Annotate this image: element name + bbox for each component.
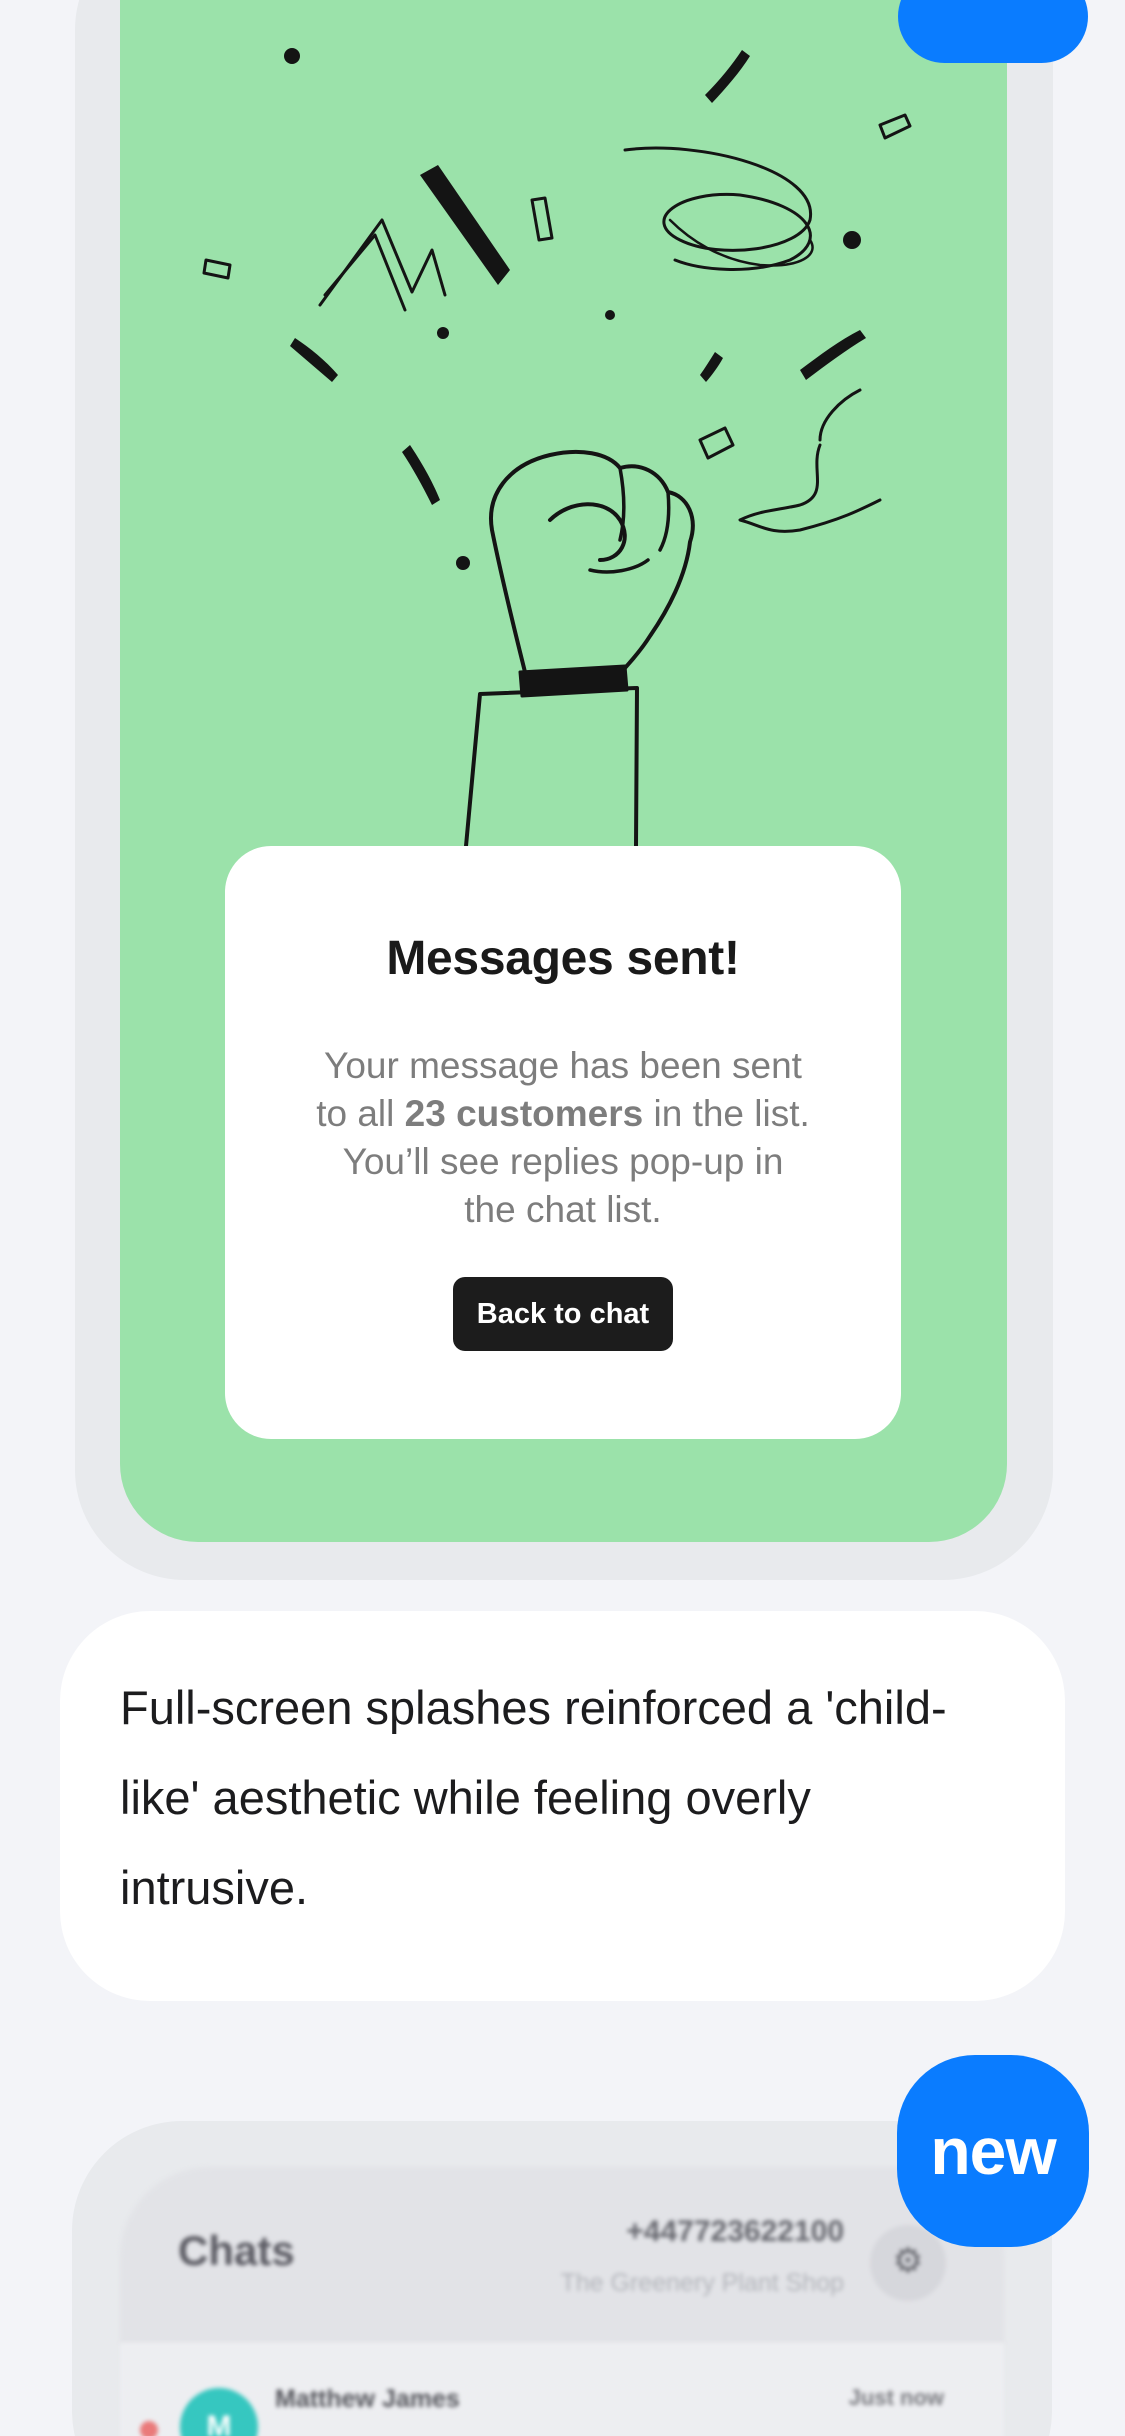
back-to-chat-button[interactable]: Back to chat (453, 1277, 673, 1351)
settings-button[interactable]: ⚙ (870, 2225, 946, 2301)
modal-message: Your message has been sent to all 23 cus… (295, 1042, 831, 1234)
success-modal: Messages sent! Your message has been sen… (225, 846, 901, 1439)
chat-contact-name[interactable]: Matthew James (275, 2385, 460, 2414)
modal-title: Messages sent! (386, 932, 740, 985)
modal-message-line: Your message has been sent (324, 1045, 802, 1086)
customer-count: 23 customers (404, 1093, 644, 1134)
phone-number: +447723622100 (626, 2215, 844, 2248)
avatar[interactable]: M (180, 2388, 258, 2436)
chats-title: Chats (178, 2227, 295, 2274)
top-badge (898, 0, 1088, 63)
chat-timestamp: Just now (848, 2385, 944, 2410)
modal-message-line: to all 23 customers in the list. (316, 1093, 810, 1134)
unread-indicator (140, 2421, 158, 2436)
chat-header: Chats +447723622100 The Greenery Plant S… (120, 2167, 1004, 2343)
caption-card: Full-screen splashes reinforced a 'child… (60, 1611, 1065, 2001)
caption-text: Full-screen splashes reinforced a 'child… (120, 1681, 947, 1914)
gear-icon: ⚙ (892, 2242, 924, 2280)
chat-list: M Matthew James Just now (120, 2343, 1004, 2436)
new-badge: new (897, 2055, 1089, 2247)
modal-message-line: You’ll see replies pop-up in (342, 1141, 784, 1182)
shop-name: The Greenery Plant Shop (560, 2269, 845, 2297)
modal-message-line: the chat list. (464, 1189, 662, 1230)
